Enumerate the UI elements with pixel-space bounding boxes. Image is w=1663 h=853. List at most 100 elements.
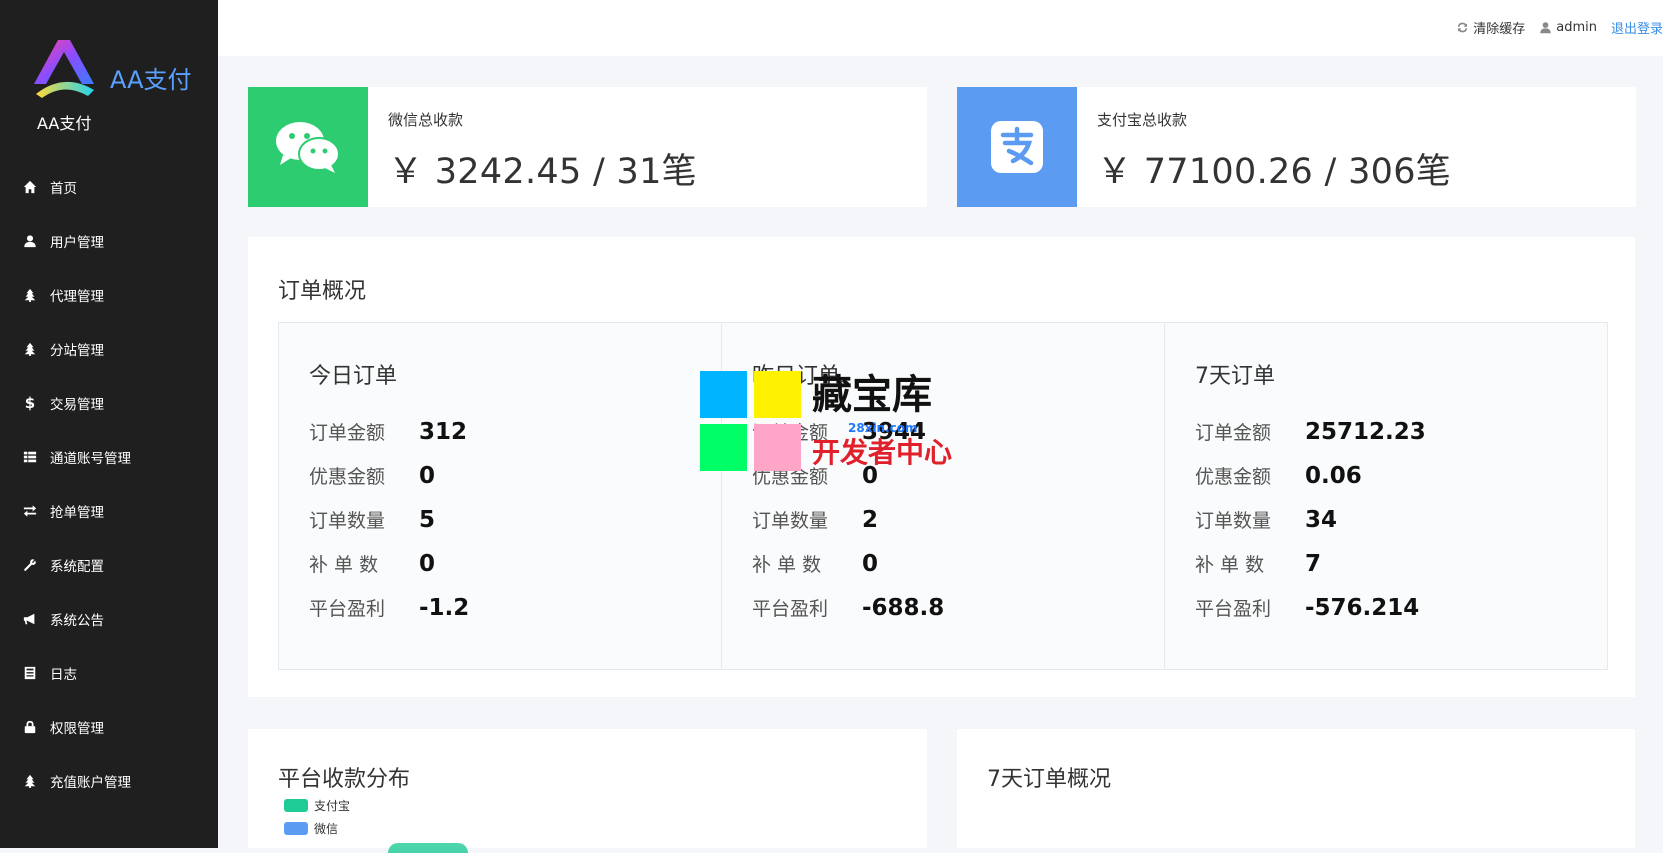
row-value: 34 xyxy=(1305,506,1338,533)
overview-row: 优惠金额 0 xyxy=(309,462,435,489)
logout-link[interactable]: 退出登录 xyxy=(1611,18,1663,37)
wrench-icon xyxy=(22,557,38,573)
row-label: 订单数量 xyxy=(309,510,386,532)
clear-cache-button[interactable]: 清除缓存 xyxy=(1456,18,1525,37)
weekly-orders-title: 7天订单概况 xyxy=(987,767,1111,792)
sidebar: AA支付 AA支付 首页 用户管理 代理管理 分站管理 $ 交易管理 通道账号管… xyxy=(0,0,218,848)
row-value: 0 xyxy=(419,462,436,489)
list-icon xyxy=(22,449,38,465)
row-value: -688.8 xyxy=(862,594,945,621)
tree-icon xyxy=(22,341,38,357)
sidebar-item-label: 首页 xyxy=(50,181,77,197)
overview-column-7days: 7天订单 订单金额 25712.23 优惠金额 0.06 订单数量 34 补 单 数 7… xyxy=(1165,323,1607,669)
order-overview-title: 订单概况 xyxy=(278,279,367,304)
alipay-icon xyxy=(991,121,1043,173)
row-label: 优惠金额 xyxy=(1195,466,1272,488)
watermark-line1: 藏宝库 xyxy=(812,372,932,418)
sidebar-item-agents[interactable]: 代理管理 xyxy=(0,268,218,322)
home-icon xyxy=(22,179,38,195)
legend-swatch xyxy=(284,799,308,812)
overview-row: 订单数量 34 xyxy=(1195,506,1337,533)
distribution-title: 平台收款分布 xyxy=(278,767,411,792)
legend-swatch xyxy=(284,822,308,835)
refresh-icon xyxy=(1458,22,1468,33)
sidebar-item-transactions[interactable]: $ 交易管理 xyxy=(0,376,218,430)
row-label: 补 单 数 xyxy=(309,554,379,576)
alipay-stat-label: 支付宝总收款 xyxy=(1097,111,1188,129)
dollar-icon: $ xyxy=(24,394,36,412)
watermark-line2: 开发者中心 xyxy=(812,436,953,469)
brand-name: AA支付 xyxy=(110,66,192,94)
row-value: -576.214 xyxy=(1305,594,1420,621)
user-menu[interactable]: admin xyxy=(1539,20,1597,35)
sidebar-item-label: 系统公告 xyxy=(50,613,104,629)
sidebar-item-recharge-accounts[interactable]: 充值账户管理 xyxy=(0,754,218,808)
overview-column-title: 今日订单 xyxy=(309,364,398,389)
row-label: 订单数量 xyxy=(752,510,829,532)
wechat-icon-box xyxy=(248,87,368,207)
tree-icon xyxy=(22,287,38,303)
overview-column-title: 7天订单 xyxy=(1195,364,1275,389)
pie-chart-top xyxy=(388,843,468,853)
lock-icon xyxy=(22,719,38,735)
watermark-square-blue xyxy=(700,371,747,418)
alipay-icon-box xyxy=(957,87,1077,207)
row-value: -1.2 xyxy=(419,594,470,621)
sidebar-item-label: 通道账号管理 xyxy=(50,451,131,467)
megaphone-icon xyxy=(22,611,38,627)
sidebar-item-label: 代理管理 xyxy=(50,289,104,305)
legend-label: 支付宝 xyxy=(314,799,351,813)
brand-logo[interactable]: AA支付 xyxy=(28,32,208,102)
wechat-stat-value: ￥ 3242.45 / 31笔 xyxy=(388,152,697,192)
sidebar-item-substations[interactable]: 分站管理 xyxy=(0,322,218,376)
overview-column-today: 今日订单 订单金额 312 优惠金额 0 订单数量 5 补 单 数 0 平台盈利 -1.2 xyxy=(279,323,722,669)
sidebar-item-permissions[interactable]: 权限管理 xyxy=(0,700,218,754)
row-value: 5 xyxy=(419,506,436,533)
swap-icon xyxy=(22,503,38,519)
row-label: 订单金额 xyxy=(309,422,386,444)
legend-item-alipay[interactable]: 支付宝 xyxy=(284,797,350,814)
sidebar-nav: 首页 用户管理 代理管理 分站管理 $ 交易管理 通道账号管理 抢单管理 系统配 xyxy=(0,160,218,808)
sidebar-item-system-config[interactable]: 系统配置 xyxy=(0,538,218,592)
row-value: 0 xyxy=(862,550,879,577)
legend-label: 微信 xyxy=(314,822,339,836)
weekly-orders-panel: 7天订单概况 xyxy=(957,729,1635,848)
overview-row: 补 单 数 0 xyxy=(309,550,435,577)
brand-logo-icon xyxy=(34,40,94,98)
watermark: 藏宝库 28xin.com 开发者中心 xyxy=(700,371,970,475)
sidebar-item-announcements[interactable]: 系统公告 xyxy=(0,592,218,646)
watermark-square-pink xyxy=(754,424,801,471)
sidebar-item-label: 交易管理 xyxy=(50,397,104,413)
overview-row: 平台盈利 -1.2 xyxy=(309,594,469,621)
sidebar-item-label: 分站管理 xyxy=(50,343,104,359)
row-label: 平台盈利 xyxy=(752,598,829,620)
row-label: 订单数量 xyxy=(1195,510,1272,532)
watermark-square-yellow xyxy=(754,371,801,418)
sidebar-item-home[interactable]: 首页 xyxy=(0,160,218,214)
user-icon xyxy=(22,233,38,249)
sidebar-item-label: 抢单管理 xyxy=(50,505,104,521)
sidebar-item-logs[interactable]: 日志 xyxy=(0,646,218,700)
user-icon xyxy=(1540,22,1552,34)
overview-row: 平台盈利 -688.8 xyxy=(752,594,944,621)
sidebar-item-channel-accounts[interactable]: 通道账号管理 xyxy=(0,430,218,484)
legend-item-wechat[interactable]: 微信 xyxy=(284,820,338,837)
row-value: 2 xyxy=(862,506,879,533)
sidebar-item-grab-orders[interactable]: 抢单管理 xyxy=(0,484,218,538)
row-value: 7 xyxy=(1305,550,1322,577)
overview-row: 订单金额 312 xyxy=(309,418,467,445)
sidebar-item-users[interactable]: 用户管理 xyxy=(0,214,218,268)
wechat-icon xyxy=(276,122,340,173)
clear-cache-label: 清除缓存 xyxy=(1473,22,1526,37)
wechat-stat-card: 微信总收款 ￥ 3242.45 / 31笔 xyxy=(248,87,927,207)
row-label: 平台盈利 xyxy=(309,598,386,620)
header-actions: 清除缓存 admin 退出登录 xyxy=(1442,18,1663,37)
sidebar-item-label: 用户管理 xyxy=(50,235,104,251)
alipay-stat-card: 支付宝总收款 ￥ 77100.26 / 306笔 xyxy=(957,87,1636,207)
row-label: 补 单 数 xyxy=(1195,554,1265,576)
brand-subtitle: AA支付 xyxy=(37,114,92,133)
watermark-square-green xyxy=(700,424,747,471)
sidebar-item-label: 充值账户管理 xyxy=(50,775,131,791)
overview-row: 补 单 数 0 xyxy=(752,550,878,577)
overview-row: 平台盈利 -576.214 xyxy=(1195,594,1419,621)
